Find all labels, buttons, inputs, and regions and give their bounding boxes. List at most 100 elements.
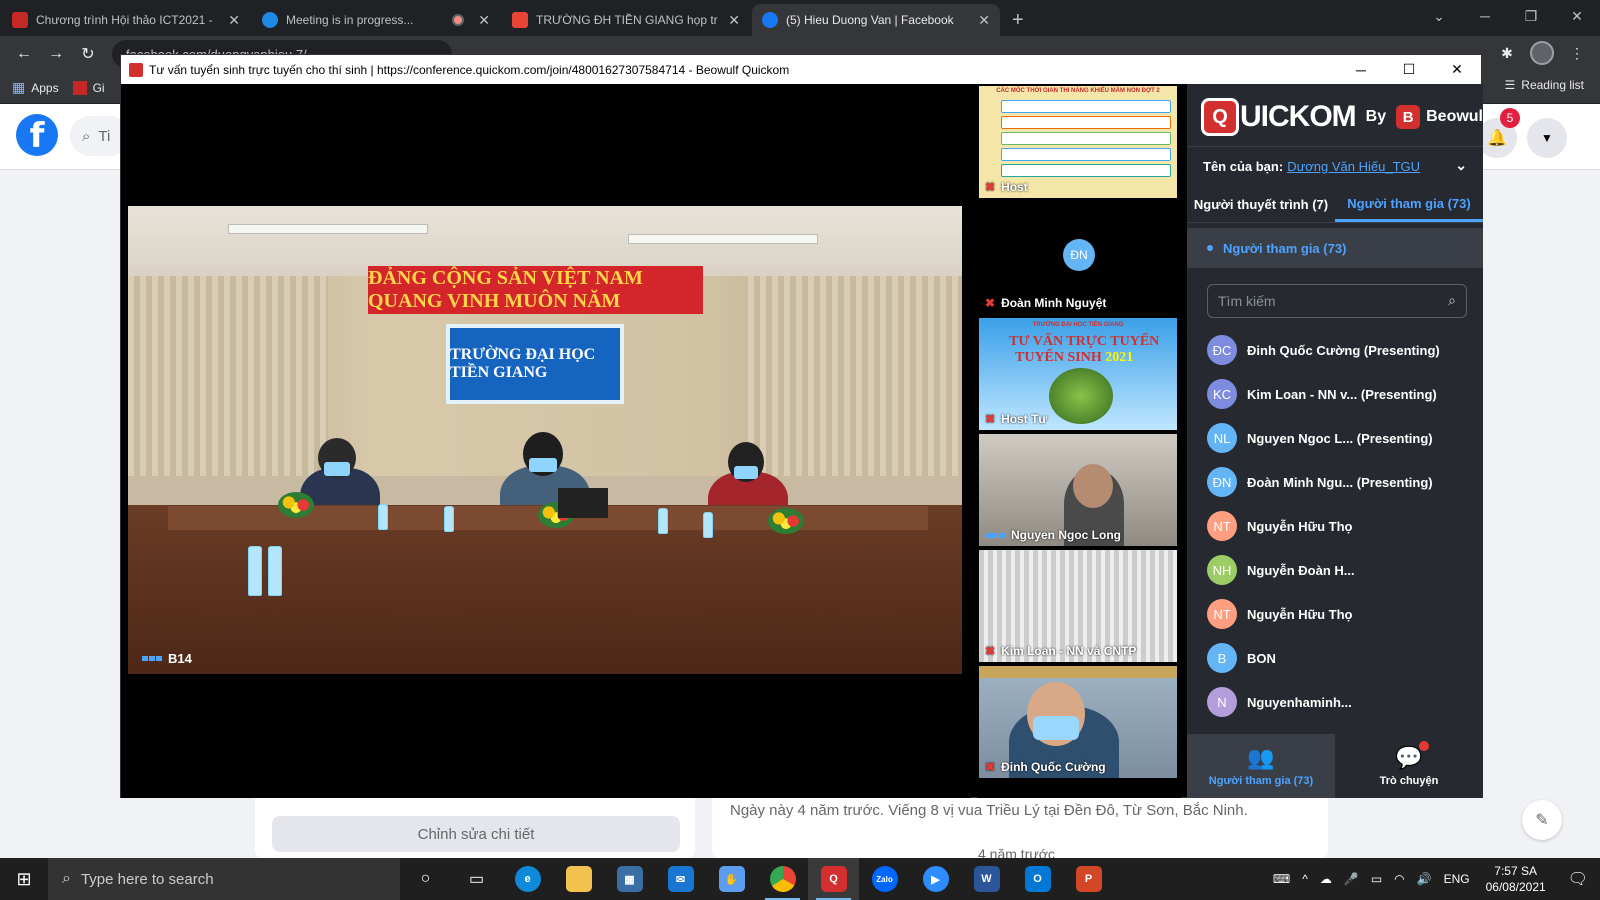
avatar: NT [1207, 511, 1237, 541]
participant-item[interactable]: NL Nguyen Ngoc L... (Presenting) [1207, 416, 1477, 460]
participants-section-header[interactable]: Người tham gia (73) [1187, 228, 1483, 268]
facebook-logo-icon[interactable]: f [16, 114, 58, 156]
video-bottle [658, 508, 668, 534]
ceiling-light [228, 224, 428, 234]
tab-presenters[interactable]: Người thuyết trình (7) [1187, 187, 1335, 222]
compose-icon[interactable]: ✎ [1522, 800, 1562, 840]
thumbnail-kim-loan[interactable]: ✖ Kim Loan - NN và CNTP [979, 550, 1177, 662]
video-flowers [278, 492, 314, 518]
main-video[interactable]: ĐẢNG CỘNG SẢN VIỆT NAM QUANG VINH MUÔN N… [128, 206, 962, 674]
wifi-icon[interactable]: ◠ [1388, 872, 1410, 886]
account-dropdown-icon[interactable]: ▼ [1527, 118, 1567, 158]
thumbnail-label: ✖ Kim Loan - NN và CNTP [985, 644, 1136, 658]
zoom-icon[interactable]: ▶ [910, 858, 961, 900]
cortana-icon[interactable]: ○ [400, 858, 451, 900]
notification-center-icon[interactable]: 🗨 [1556, 869, 1600, 889]
file-explorer-icon[interactable] [553, 858, 604, 900]
thumbnail-nguyen-ngoc-long[interactable]: Nguyen Ngoc Long [979, 434, 1177, 546]
participant-item[interactable]: NH Nguyễn Đoàn H... [1207, 548, 1477, 592]
brand-by: By [1365, 108, 1387, 125]
minimize-icon[interactable]: ─ [1337, 55, 1385, 84]
close-tab-icon[interactable]: ✕ [478, 12, 490, 29]
participant-item[interactable]: NT Nguyễn Hữu Thọ [1207, 504, 1477, 548]
close-tab-icon[interactable]: ✕ [728, 12, 740, 29]
tray-chevron-icon[interactable]: ^ [1296, 872, 1314, 886]
chevron-down-icon[interactable]: ⌄ [1455, 157, 1467, 174]
windows-start-icon[interactable]: ⊞ [0, 858, 48, 900]
section-label: Người tham gia (73) [1223, 240, 1347, 256]
cloud-icon[interactable]: ☁ [1314, 872, 1338, 886]
hand-app-glyph: ✋ [718, 866, 745, 892]
participants-panel: Q UICKOM By B Beowulf Tên của bạn: Dương… [1187, 84, 1488, 798]
participant-item[interactable]: ĐN Đoàn Minh Ngu... (Presenting) [1207, 460, 1477, 504]
tab-meeting[interactable]: Meeting is in progress... ✕ [252, 4, 500, 36]
reload-icon[interactable]: ↻ [72, 44, 104, 64]
reading-list-button[interactable]: ☰ Reading list [1505, 78, 1584, 92]
your-name-link[interactable]: Dương Văn Hiếu_TGU [1287, 159, 1420, 174]
menu-icon[interactable]: ⋮ [1564, 40, 1590, 66]
edit-details-button[interactable]: Chỉnh sửa chi tiết [272, 816, 680, 852]
tab-search-icon[interactable]: ⌄ [1416, 0, 1462, 32]
close-icon[interactable]: ✕ [1554, 0, 1600, 32]
back-icon[interactable]: ← [8, 45, 40, 63]
store-icon[interactable]: ▦ [604, 858, 655, 900]
participant-search-input[interactable] [1218, 293, 1428, 309]
tab-participants[interactable]: Người tham gia (73) [1335, 187, 1483, 222]
participant-item[interactable]: ĐC Đinh Quốc Cường (Presenting) [1207, 328, 1477, 372]
hand-app-icon[interactable]: ✋ [706, 858, 757, 900]
word-icon[interactable]: W [961, 858, 1012, 900]
participant-item[interactable]: KC Kim Loan - NN v... (Presenting) [1207, 372, 1477, 416]
bookmark-apps[interactable]: Apps [31, 81, 58, 95]
slide-row [1001, 148, 1171, 161]
signal-icon [985, 532, 1005, 538]
close-tab-icon[interactable]: ✕ [228, 12, 240, 29]
battery-icon[interactable]: ▭ [1365, 872, 1388, 886]
thumbnail-dinh-quoc-cuong[interactable]: ✖ Đinh Quốc Cường [979, 666, 1177, 778]
edge-icon[interactable]: e [502, 858, 553, 900]
thumbnail-label: ✖ Host [985, 180, 1028, 194]
slide-school-name: TRƯỜNG ĐẠI HỌC TIỀN GIANG [1032, 322, 1124, 328]
keyboard-icon[interactable]: ⌨ [1267, 872, 1296, 886]
video-school-sign: TRƯỜNG ĐẠI HỌC TIỀN GIANG [446, 324, 624, 404]
thumbnail-doan-minh-nguyet[interactable]: ĐN ✖ Đoàn Minh Nguyệt [979, 202, 1177, 314]
microphone-icon[interactable]: 🎤 [1338, 872, 1365, 886]
clock[interactable]: 7:57 SA 06/08/2021 [1476, 863, 1556, 895]
bookmark-gi[interactable]: Gi [93, 81, 105, 95]
minimize-icon[interactable]: ─ [1462, 0, 1508, 32]
outlook-icon[interactable]: O [1012, 858, 1063, 900]
forward-icon[interactable]: → [40, 45, 72, 63]
close-tab-icon[interactable]: ✕ [978, 12, 990, 29]
memory-text: Ngày này 4 năm trước. Viếng 8 vị vua Tri… [730, 802, 1248, 819]
quickom-title-bar: Tư vấn tuyển sinh trực tuyến cho thí sin… [121, 55, 1481, 84]
restore-icon[interactable]: ❐ [1508, 0, 1554, 32]
chrome-icon[interactable] [757, 858, 808, 900]
participants-button[interactable]: 👥 Người tham gia (73) [1187, 734, 1335, 798]
mail-icon[interactable]: ✉ [655, 858, 706, 900]
profile-avatar[interactable] [1530, 41, 1554, 65]
participant-item[interactable]: NT Nguyễn Hữu Thọ [1207, 592, 1477, 636]
quickom-taskbar-icon[interactable]: Q [808, 858, 859, 900]
powerpoint-icon[interactable]: P [1063, 858, 1114, 900]
new-tab-button[interactable]: + [1000, 4, 1036, 36]
thumbnail-label: ✖ Đinh Quốc Cường [985, 760, 1106, 774]
tab-ict2021[interactable]: Chương trình Hội thảo ICT2021 - ✕ [2, 4, 250, 36]
search-icon[interactable]: ⌕ [1448, 292, 1456, 309]
tab-gmail[interactable]: TRƯỜNG ĐH TIỀN GIANG họp tr ✕ [502, 4, 750, 36]
volume-icon[interactable]: 🔊 [1411, 872, 1438, 886]
extensions-icon[interactable]: ✱ [1494, 40, 1520, 66]
chat-button[interactable]: 💬 Trò chuyện [1335, 734, 1483, 798]
task-view-icon[interactable]: ▭ [451, 858, 502, 900]
taskbar-search[interactable]: ⌕ Type here to search [48, 858, 400, 900]
tab-label: Meeting is in progress... [286, 13, 414, 27]
participant-item[interactable]: N Nguyenhaminh... [1207, 680, 1477, 724]
your-name-bar[interactable]: Tên của bạn: Dương Văn Hiếu_TGU ⌄ [1187, 146, 1483, 186]
close-icon[interactable]: ✕ [1433, 55, 1481, 84]
zalo-icon[interactable]: Zalo [859, 858, 910, 900]
thumbnail-host-tu[interactable]: TRƯỜNG ĐẠI HỌC TIỀN GIANG TƯ VẤN TRỰC TU… [979, 318, 1177, 430]
maximize-icon[interactable]: ☐ [1385, 55, 1433, 84]
slide-row [1001, 132, 1171, 145]
participant-item[interactable]: B BON [1207, 636, 1477, 680]
language-indicator[interactable]: ENG [1438, 872, 1476, 886]
tab-facebook[interactable]: (5) Hieu Duong Van | Facebook ✕ [752, 4, 1000, 36]
thumbnail-host[interactable]: CÁC MỐC THỜI GIAN THI NĂNG KHIẾU MẦM NON… [979, 86, 1177, 198]
